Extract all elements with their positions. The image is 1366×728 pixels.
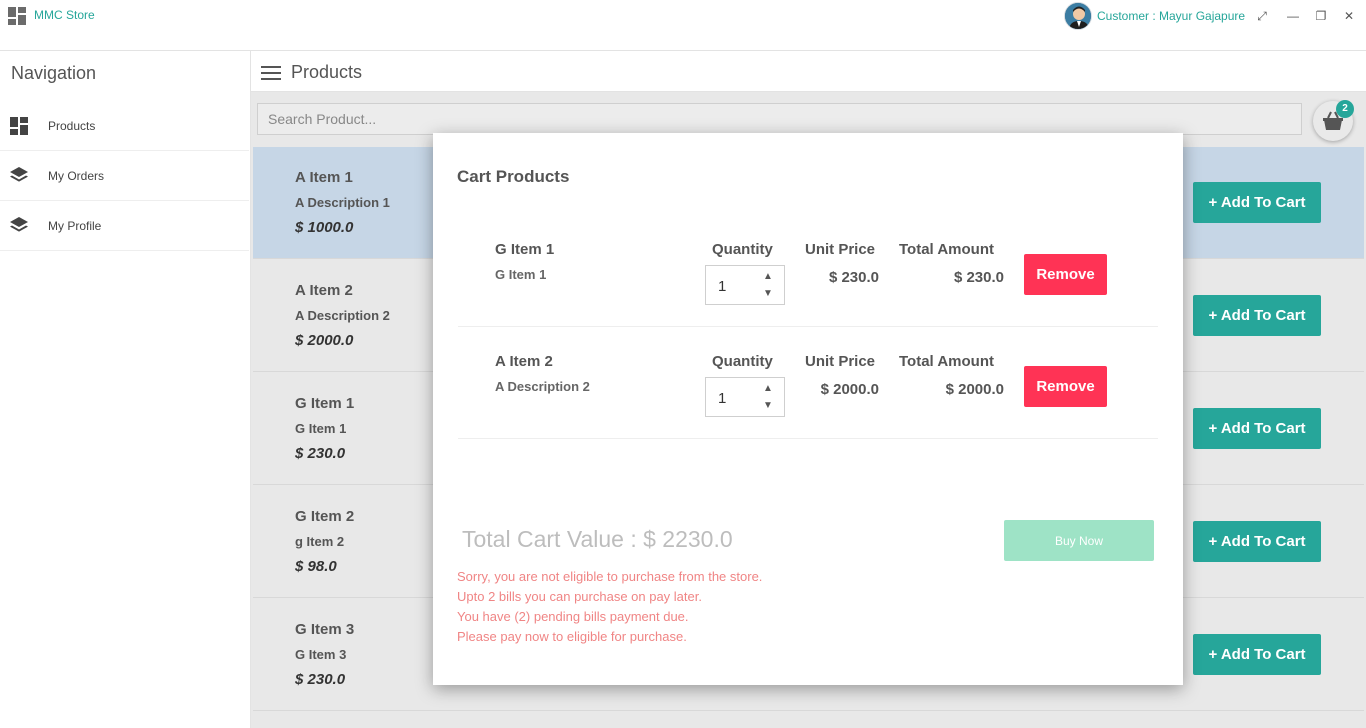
product-price: $ 98.0 bbox=[295, 558, 337, 575]
app-title: MMC Store bbox=[34, 8, 95, 22]
nav-title: Navigation bbox=[11, 63, 97, 83]
warning-message: Please pay now to eligible for purchase. bbox=[457, 629, 687, 644]
quantity-stepper[interactable]: 1 ▲ ▼ bbox=[705, 377, 785, 417]
layers-icon bbox=[10, 217, 28, 232]
total-cart-value: Total Cart Value : $ 2230.0 bbox=[462, 526, 733, 552]
remove-button[interactable]: Remove bbox=[1024, 254, 1107, 295]
quantity-label: Quantity bbox=[712, 353, 773, 370]
search-input[interactable] bbox=[257, 103, 1302, 135]
dashboard-icon bbox=[10, 117, 28, 135]
product-description: A Description 2 bbox=[295, 308, 390, 323]
sidebar-item-products[interactable]: Products bbox=[0, 101, 249, 151]
cart-item-name: G Item 1 bbox=[495, 241, 555, 258]
sidebar-item-label: My Profile bbox=[48, 219, 102, 233]
title-bar: MMC Store Customer : Mayur Gajapure ⤢ — … bbox=[0, 0, 1366, 32]
cart-item-description: A Description 2 bbox=[495, 379, 590, 394]
main-header: Products bbox=[251, 50, 1366, 92]
product-price: $ 1000.0 bbox=[295, 219, 354, 236]
increment-icon[interactable]: ▲ bbox=[761, 383, 775, 395]
increment-icon[interactable]: ▲ bbox=[761, 271, 775, 283]
quantity-value[interactable]: 1 bbox=[718, 390, 726, 407]
close-icon[interactable]: ✕ bbox=[1338, 6, 1360, 26]
unit-price-value: $ 2000.0 bbox=[820, 381, 879, 398]
quantity-value[interactable]: 1 bbox=[718, 278, 726, 295]
cart-item-description: G Item 1 bbox=[495, 267, 547, 282]
warning-message: Upto 2 bills you can purchase on pay lat… bbox=[457, 589, 702, 604]
total-amount-label: Total Amount bbox=[899, 353, 994, 370]
maximize-arrows-icon[interactable]: ⤢ bbox=[1251, 6, 1273, 26]
total-amount-value: $ 230.0 bbox=[953, 269, 1004, 286]
app-dashboard-icon bbox=[8, 7, 26, 25]
minimize-icon[interactable]: — bbox=[1282, 6, 1304, 26]
total-amount-label: Total Amount bbox=[899, 241, 994, 258]
product-name: A Item 2 bbox=[295, 282, 353, 299]
sidebar-item-my-orders[interactable]: My Orders bbox=[0, 151, 249, 201]
hamburger-menu-icon[interactable] bbox=[261, 66, 281, 80]
decrement-icon[interactable]: ▼ bbox=[761, 400, 775, 412]
product-description: g Item 2 bbox=[295, 534, 345, 549]
product-price: $ 2000.0 bbox=[295, 332, 354, 349]
user-avatar-icon bbox=[1065, 3, 1091, 29]
quantity-stepper[interactable]: 1 ▲ ▼ bbox=[705, 265, 785, 305]
add-to-cart-button[interactable]: + Add To Cart bbox=[1193, 408, 1321, 449]
cart-item: G Item 1 G Item 1 Quantity 1 ▲ ▼ Unit Pr… bbox=[458, 215, 1158, 327]
layers-icon bbox=[10, 167, 28, 182]
page-title: Products bbox=[291, 62, 363, 82]
warning-message: You have (2) pending bills payment due. bbox=[457, 609, 689, 624]
modal-title: Cart Products bbox=[457, 167, 570, 186]
avatar[interactable] bbox=[1064, 2, 1092, 30]
product-name: A Item 1 bbox=[295, 169, 353, 186]
decrement-icon[interactable]: ▼ bbox=[761, 288, 775, 300]
sidebar-item-label: Products bbox=[48, 119, 96, 133]
sidebar-item-my-profile[interactable]: My Profile bbox=[0, 201, 249, 251]
restore-icon[interactable]: ❐ bbox=[1310, 6, 1332, 26]
unit-price-value: $ 230.0 bbox=[828, 269, 879, 286]
product-description: A Description 1 bbox=[295, 195, 390, 210]
product-description: G Item 1 bbox=[295, 421, 347, 436]
cart-count-badge: 2 bbox=[1336, 100, 1354, 118]
cart-item: A Item 2 A Description 2 Quantity 1 ▲ ▼ … bbox=[458, 327, 1158, 439]
product-name: G Item 1 bbox=[295, 395, 355, 412]
unit-price-label: Unit Price bbox=[805, 353, 876, 370]
add-to-cart-button[interactable]: + Add To Cart bbox=[1193, 182, 1321, 223]
user-label: Customer : Mayur Gajapure bbox=[1097, 9, 1246, 23]
cart-item-name: A Item 2 bbox=[495, 353, 553, 370]
product-name: G Item 2 bbox=[295, 508, 355, 525]
cart-modal: Cart Products G Item 1 G Item 1 Quantity… bbox=[433, 133, 1183, 685]
quantity-label: Quantity bbox=[712, 241, 773, 258]
buy-now-button[interactable]: Buy Now bbox=[1004, 520, 1154, 561]
warning-message: Sorry, you are not eligible to purchase … bbox=[457, 569, 763, 584]
product-price: $ 230.0 bbox=[295, 445, 346, 462]
total-amount-value: $ 2000.0 bbox=[945, 381, 1004, 398]
remove-button[interactable]: Remove bbox=[1024, 366, 1107, 407]
product-name: G Item 3 bbox=[295, 621, 355, 638]
sidebar-item-label: My Orders bbox=[48, 169, 105, 183]
sidebar: Navigation Products My Orders My Profile bbox=[0, 50, 251, 728]
add-to-cart-button[interactable]: + Add To Cart bbox=[1193, 295, 1321, 336]
add-to-cart-button[interactable]: + Add To Cart bbox=[1193, 634, 1321, 675]
product-price: $ 230.0 bbox=[295, 671, 346, 688]
product-description: G Item 3 bbox=[295, 647, 347, 662]
unit-price-label: Unit Price bbox=[805, 241, 876, 258]
eligibility-messages: Sorry, you are not eligible to purchase … bbox=[457, 567, 762, 647]
add-to-cart-button[interactable]: + Add To Cart bbox=[1193, 521, 1321, 562]
